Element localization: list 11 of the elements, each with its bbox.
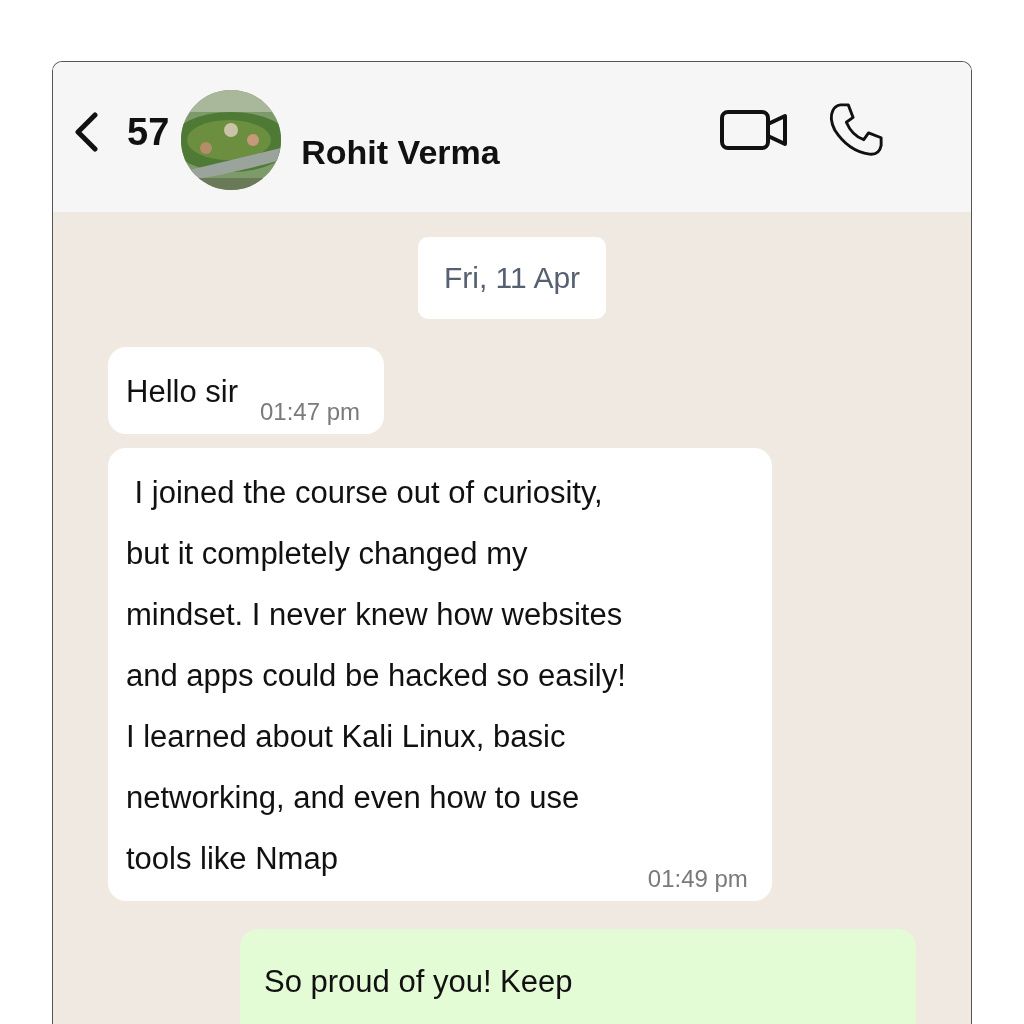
message-time: 01:49 pm: [647, 865, 748, 893]
date-chip: Fri, 11 Apr: [417, 237, 607, 319]
phone-call-icon[interactable]: [827, 101, 885, 159]
contact-name: Rohit Verma: [301, 132, 500, 172]
message-text: I joined the course out of curiosity, but it completely changed my mindset. I never knew how websites and apps could be hacked so easily! I learned about Kali Linux, basic networking, and even how to use tools like Nmap: [126, 474, 626, 878]
video-call-icon[interactable]: [719, 108, 789, 152]
message-text: Hello sir: [126, 373, 238, 411]
message-text: So proud of you! Keep: [264, 963, 573, 1001]
unread-count[interactable]: 57: [127, 110, 170, 154]
back-icon[interactable]: [73, 112, 99, 152]
message-time: 01:47 pm: [259, 398, 361, 426]
